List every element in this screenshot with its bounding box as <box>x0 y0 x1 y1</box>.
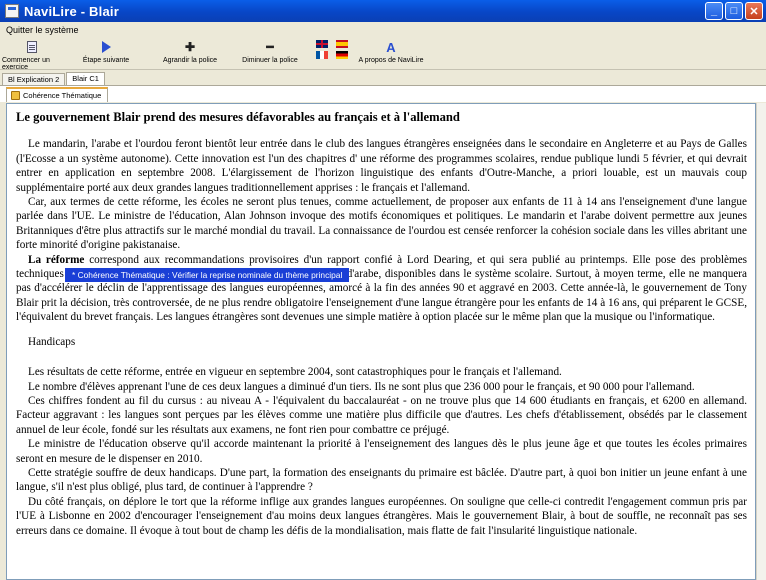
about-button[interactable]: A A propos de NaviLire <box>356 38 426 65</box>
flag-germany-icon[interactable] <box>336 51 348 59</box>
next-step-button[interactable]: Étape suivante <box>78 38 134 64</box>
paragraph-with-tooltip: La réforme correspond aux recommandation… <box>16 253 747 325</box>
article-paragraph: Le mandarin, l'arabe et l'ourdou feront … <box>16 138 747 194</box>
app-icon <box>5 4 19 18</box>
subtab-bar: Cohérence Thématique <box>0 85 766 102</box>
flag-spain-icon[interactable] <box>336 40 348 48</box>
window-controls: _ □ ✕ <box>705 2 763 20</box>
flag-uk-icon[interactable] <box>316 40 328 48</box>
language-flags <box>316 40 348 59</box>
flag-france-icon[interactable] <box>316 51 328 59</box>
menu-item-quit[interactable]: Quitter le système <box>3 25 82 35</box>
tab-bl-explication[interactable]: Bl Explication 2 <box>2 73 66 85</box>
plus-icon: ✚ <box>184 40 196 54</box>
window-title: NaviLire - Blair <box>24 3 119 19</box>
about-label: A propos de NaviLire <box>358 57 424 64</box>
article-paragraph: Le nombre d'élèves apprenant l'une de ce… <box>28 380 695 393</box>
menu-bar: Quitter le système <box>0 22 766 37</box>
minimize-button[interactable]: _ <box>705 2 723 20</box>
next-step-label: Étape suivante <box>82 57 130 64</box>
window-titlebar: NaviLire - Blair _ □ ✕ <box>0 0 766 22</box>
tab-coherence-thematique[interactable]: Cohérence Thématique <box>6 87 109 102</box>
document-icon <box>25 40 39 54</box>
article-paragraph: Le ministre de l'éducation observe qu'il… <box>16 438 747 465</box>
shrink-font-button[interactable]: ━ Diminuer la police <box>238 38 302 64</box>
start-exercise-label: Commencer un exercice <box>2 57 50 71</box>
shrink-font-label: Diminuer la police <box>242 57 298 64</box>
minus-icon: ━ <box>266 40 274 54</box>
article-paragraph: Les résultats de cette réforme, entrée e… <box>28 366 562 379</box>
article-paragraph: La réforme correspond aux recommandation… <box>16 253 747 325</box>
toolbar: Commencer un exercice Étape suivante ✚ A… <box>0 38 766 71</box>
vertical-scrollbar[interactable] <box>756 103 766 580</box>
enlarge-font-button[interactable]: ✚ Agrandir la police <box>158 38 222 64</box>
article-title: Le gouvernement Blair prend des mesures … <box>16 110 460 124</box>
section-heading: Handicaps <box>28 335 76 348</box>
tab-coherence-label: Cohérence Thématique <box>23 91 102 100</box>
article-paragraph: Du côté français, on déplore le tort que… <box>16 495 747 537</box>
document-tabs: Bl Explication 2 Blair C1 <box>0 72 766 85</box>
close-button[interactable]: ✕ <box>745 2 763 20</box>
document-view[interactable]: Le gouvernement Blair prend des mesures … <box>6 103 756 580</box>
tooltip: * Cohérence Thématique : Vérifier la rep… <box>65 267 350 282</box>
arrow-right-icon <box>99 40 113 54</box>
maximize-button[interactable]: □ <box>725 2 743 20</box>
article-paragraph: Car, aux termes de cette réforme, les éc… <box>16 196 747 252</box>
highlighted-theme[interactable]: La réforme <box>28 254 84 266</box>
article-paragraph: Cette stratégie souffre de deux handicap… <box>16 466 747 494</box>
article-paragraph: Ces chiffres fondent au fil du cursus : … <box>16 394 747 436</box>
enlarge-font-label: Agrandir la police <box>162 57 218 64</box>
tab-blair-c1[interactable]: Blair C1 <box>66 72 105 85</box>
start-exercise-button[interactable]: Commencer un exercice <box>2 38 62 71</box>
about-icon: A <box>386 39 396 55</box>
article-paragraph-text: correspond aux recommandations provisoir… <box>16 253 748 324</box>
coherence-icon <box>11 91 20 100</box>
